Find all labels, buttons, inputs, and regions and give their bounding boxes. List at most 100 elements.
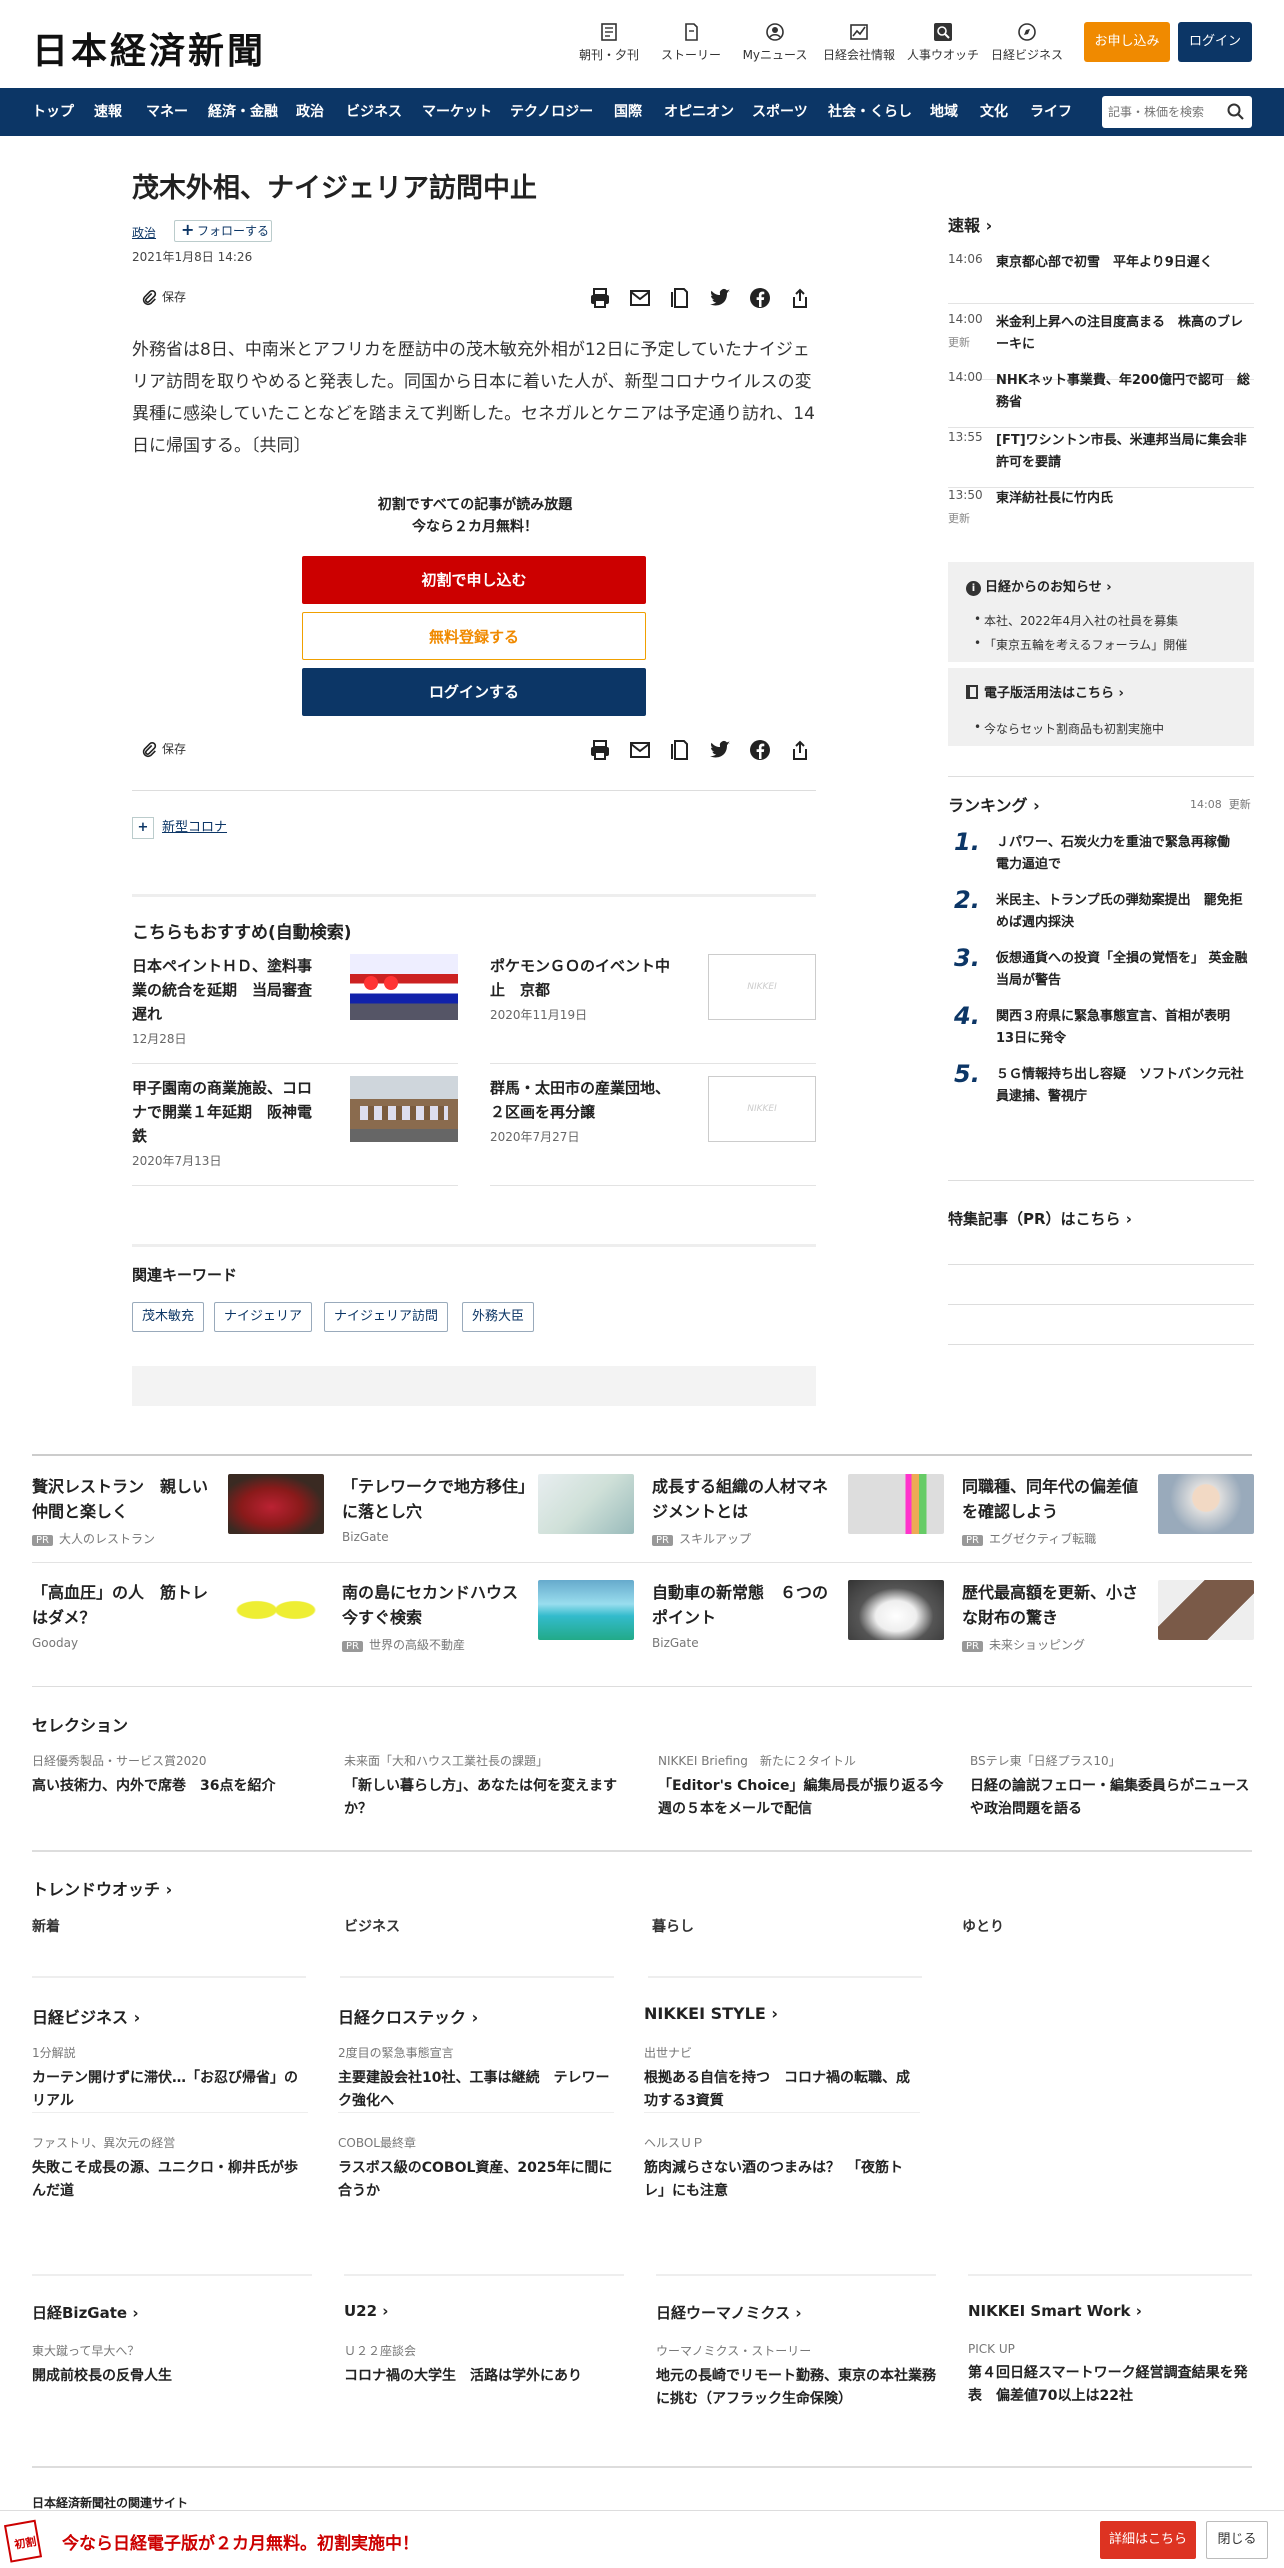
follow-button[interactable]: フォローする (174, 220, 272, 242)
ad-item[interactable]: 「高血圧」の人 筋トレはダメ？ Gooday (32, 1580, 324, 1670)
column-item[interactable]: PICK UP 第４回日経スマートワーク経営調査結果を発表 偏差値70以上は22社 (968, 2342, 1252, 2408)
column-title-womanomics[interactable]: 日経ウーマノミクス › (656, 2302, 802, 2323)
nav-item-flash[interactable]: 速報 (94, 88, 122, 136)
recommend-item[interactable]: 甲子園南の商業施設、コロナで開業１年延期 阪神電鉄 2020年7月13日 (132, 1076, 458, 1186)
header-link-mynews[interactable]: Myニュース (730, 22, 820, 63)
recommend-item[interactable]: 群馬・太田市の産業団地、２区画を再分譲 2020年7月27日 NIKKEI (490, 1076, 816, 1186)
header-link-nikkei-business[interactable]: 日経ビジネス (982, 22, 1072, 63)
site-logo[interactable]: 日本経済新聞 (32, 22, 266, 74)
nav-item-market[interactable]: マーケット (422, 88, 492, 136)
share-icon[interactable] (788, 286, 812, 310)
login-button[interactable]: ログイン (1178, 22, 1252, 62)
ranking-title[interactable]: ランキング › (948, 792, 1040, 816)
column-item[interactable]: ファストリ、異次元の経営 失敗こそ成長の源、ユニクロ・柳井氏が歩んだ道 (32, 2134, 308, 2203)
column-item[interactable]: 出世ナビ 根拠ある自信を持つ コロナ禍の転職、成功する3資質 (644, 2044, 920, 2113)
flash-news-title[interactable]: 速報 › (948, 212, 992, 236)
ad-item[interactable]: 同職種、同年代の偏差値を確認しよう PR エグゼクティブ転職 (962, 1474, 1254, 1564)
ad-item[interactable]: 自動車の新常態 ６つのポイント BizGate (652, 1580, 944, 1670)
trend-watch-title[interactable]: トレンドウオッチ › (32, 1876, 172, 1900)
search-input[interactable] (1108, 102, 1216, 122)
column-item[interactable]: ウーマノミクス・ストーリー 地元の長崎でリモート勤務、東京の本社業務に挑む（アフラ… (656, 2342, 942, 2411)
keyword-tag[interactable]: ナイジェリア訪問 (324, 1302, 449, 1332)
keyword-tag[interactable]: 茂木敏充 (132, 1302, 205, 1332)
ad-item[interactable]: 「テレワークで地方移住」に落とし穴 BizGate (342, 1474, 634, 1564)
mail-icon[interactable] (628, 738, 652, 762)
clip-board-icon[interactable] (668, 738, 692, 762)
twitter-icon[interactable] (708, 738, 732, 762)
share-icon[interactable] (788, 738, 812, 762)
epaper-title[interactable]: 電子版活用法はこちら › (966, 682, 1124, 701)
flash-news-item[interactable]: 14:06 東京都心部で初雪 平年より9日遅く (948, 252, 1254, 304)
ranking-item[interactable]: 2. 米民主、トランプ氏の弾劾案提出 罷免拒めば週内採決 (948, 886, 1254, 950)
article-tag[interactable]: 政治 (132, 224, 156, 241)
selection-item[interactable]: 未来面「大和ハウス工業社長の課題」 「新しい暮らし方」、あなたは何を変えますか？ (344, 1752, 634, 1821)
topic-follow-link[interactable]: + 新型コロナ (132, 816, 227, 839)
ranking-item[interactable]: 5. ５Ｇ情報持ち出し容疑 ソフトバンク元社員逮捕、警視庁 (948, 1060, 1254, 1124)
ad-item[interactable]: 歴代最高額を更新、小さな財布の驚き PR 未来ショッピング (962, 1580, 1254, 1670)
selection-item[interactable]: BSテレ東「日経プラス10」 日経の論説フェロー・編集委員らがニュースや政治問題を… (970, 1752, 1260, 1821)
article-login-button[interactable]: ログインする (302, 668, 646, 716)
column-title-xtech[interactable]: 日経クロステック › (338, 2004, 478, 2028)
nav-item-politics[interactable]: 政治 (296, 88, 324, 136)
save-button[interactable]: 保存 (140, 740, 186, 759)
flash-news-item[interactable]: 14:00 NHKネット事業費、年200億円で認可 総務省 (948, 370, 1254, 428)
column-item[interactable]: Ｕ２２座談会 コロナ禍の大学生 活路は学外にあり (344, 2342, 624, 2388)
keyword-tag[interactable]: 外務大臣 (462, 1302, 535, 1332)
ad-item[interactable]: 成長する組織の人材マネジメントとは PR スキルアップ (652, 1474, 944, 1564)
nav-item-culture[interactable]: 文化 (980, 88, 1008, 136)
keyword-tag[interactable]: ナイジェリア (214, 1302, 313, 1332)
print-icon[interactable] (588, 738, 612, 762)
notice-title[interactable]: i 日経からのお知らせ › (966, 576, 1112, 596)
column-title-nikkei-business[interactable]: 日経ビジネス › (32, 2004, 140, 2028)
search-icon[interactable] (1226, 102, 1246, 122)
facebook-icon[interactable] (748, 738, 772, 762)
nav-item-life[interactable]: ライフ (1030, 88, 1072, 136)
selection-item[interactable]: NIKKEI Briefing 新たに２タイトル 「Editor's Choice… (658, 1752, 948, 1821)
header-link-company-info[interactable]: 日経会社情報 (814, 22, 904, 63)
epaper-item[interactable]: 今ならセット割商品も初割実施中 (974, 720, 1164, 737)
nav-item-business[interactable]: ビジネス (346, 88, 402, 136)
header-link-personnel-watch[interactable]: 人事ウオッチ (898, 22, 988, 63)
column-item[interactable]: ヘルスＵＰ 筋肉減らさない酒のつまみは？ 「夜筋トレ」にも注意 (644, 2134, 920, 2203)
apply-button[interactable]: お申し込み (1084, 22, 1170, 62)
nav-item-sports[interactable]: スポーツ (752, 88, 808, 136)
trend-tab-life[interactable]: 暮らし (652, 1916, 694, 1936)
ranking-item[interactable]: 1. Ｊパワー、石炭火力を重油で緊急再稼働 電力逼迫で (948, 828, 1254, 892)
notice-item[interactable]: 本社、2022年4月入社の社員を募集 (974, 612, 1178, 629)
trend-tab-business[interactable]: ビジネス (344, 1916, 400, 1936)
ad-item[interactable]: 贅沢レストラン 親しい仲間と楽しく PR 大人のレストラン (32, 1474, 324, 1564)
column-title-u22[interactable]: U22 › (344, 2302, 388, 2320)
notice-item[interactable]: 「東京五輪を考えるフォーラム」開催 (974, 636, 1187, 653)
pr-features-title[interactable]: 特集記事（PR）はこちら › (948, 1208, 1132, 1229)
recommend-item[interactable]: 日本ペイントＨＤ、塗料事業の統合を延期 当局審査遅れ 12月28日 (132, 954, 458, 1064)
nav-item-international[interactable]: 国際 (614, 88, 642, 136)
ranking-item[interactable]: 4. 関西３府県に緊急事態宣言、首相が表明 13日に発令 (948, 1002, 1254, 1066)
mail-icon[interactable] (628, 286, 652, 310)
flash-news-item[interactable]: 13:50 更新 東洋紡社長に竹内氏 (948, 488, 1254, 532)
flash-news-item[interactable]: 13:55 [FT]ワシントン市長、米連邦当局に集会非許可を要請 (948, 430, 1254, 488)
free-register-button[interactable]: 無料登録する (302, 612, 646, 660)
nav-item-money[interactable]: マネー (146, 88, 188, 136)
promo-close-button[interactable]: 閉じる (1206, 2521, 1268, 2559)
save-button[interactable]: 保存 (140, 288, 186, 307)
nav-item-region[interactable]: 地域 (930, 88, 958, 136)
ad-item[interactable]: 南の島にセカンドハウス 今すぐ検索 PR 世界の高級不動産 (342, 1580, 634, 1670)
twitter-icon[interactable] (708, 286, 732, 310)
column-item[interactable]: 1分解説 カーテン開けずに滞伏…「お忍び帰省」のリアル (32, 2044, 308, 2113)
column-item[interactable]: 2度目の緊急事態宣言 主要建設会社10社、工事は継続 テレワーク強化へ (338, 2044, 614, 2113)
recommend-item[interactable]: ポケモンＧＯのイベント中止 京都 2020年11月19日 NIKKEI (490, 954, 816, 1064)
column-title-nikkei-style[interactable]: NIKKEI STYLE › (644, 2004, 778, 2023)
column-title-smart-work[interactable]: NIKKEI Smart Work › (968, 2302, 1142, 2320)
clip-board-icon[interactable] (668, 286, 692, 310)
header-link-story[interactable]: ストーリー (646, 22, 736, 63)
nav-item-society[interactable]: 社会・くらし (828, 88, 912, 136)
ranking-item[interactable]: 3. 仮想通貨への投資「全損の覚悟を」 英金融当局が警告 (948, 944, 1254, 1008)
trend-tab-leisure[interactable]: ゆとり (962, 1916, 1004, 1936)
header-link-print-edition[interactable]: 朝刊・夕刊 (564, 22, 654, 63)
nav-item-top[interactable]: トップ (32, 88, 74, 136)
column-item[interactable]: 東大蹴って早大へ？ 開成前校長の反骨人生 (32, 2342, 312, 2388)
column-title-bizgate[interactable]: 日経BizGate › (32, 2302, 139, 2323)
nav-item-technology[interactable]: テクノロジー (510, 88, 593, 136)
column-item[interactable]: COBOL最終章 ラスボス級のCOBOL資産、2025年に間に合うか (338, 2134, 614, 2203)
promo-detail-button[interactable]: 詳細はこちら (1100, 2521, 1196, 2559)
